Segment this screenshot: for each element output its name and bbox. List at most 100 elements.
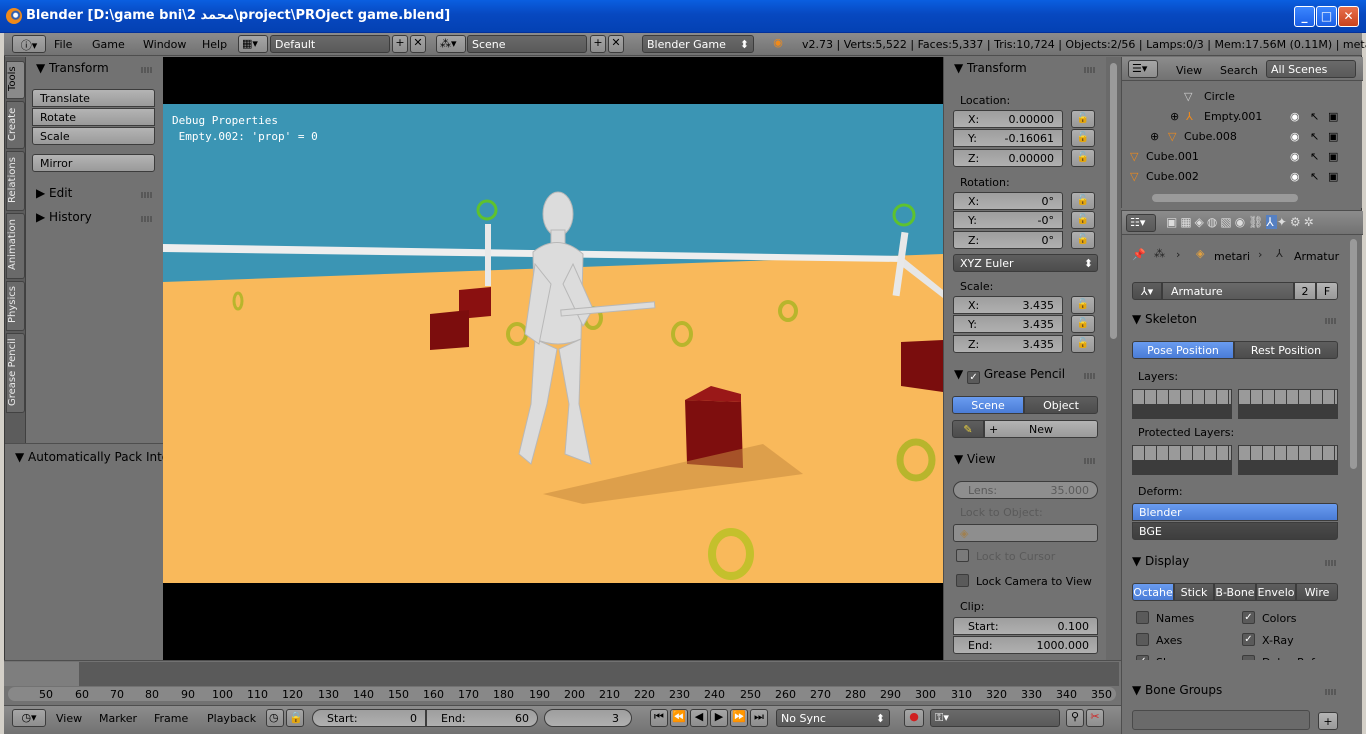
gp-scene-toggle[interactable]: Scene [952, 396, 1024, 414]
menu-game[interactable]: Game [92, 38, 125, 51]
lock-icon[interactable]: 🔓 [1071, 211, 1095, 229]
timeline-scrollbar[interactable] [8, 687, 1116, 701]
eye-icon[interactable]: ◉ [1290, 150, 1300, 163]
add-scene-icon[interactable]: + [590, 35, 606, 53]
menu-window[interactable]: Window [143, 38, 186, 51]
clip-end-field[interactable]: End: 1000.000 [953, 636, 1098, 654]
remove-layout-icon[interactable]: ✕ [410, 35, 426, 53]
minimize-button[interactable]: _ [1294, 6, 1315, 27]
lock-icon[interactable]: 🔓 [1071, 149, 1095, 167]
view-panel-header[interactable]: ▼ View [954, 452, 996, 466]
lock-icon[interactable]: 🔓 [1071, 335, 1095, 353]
sync-mode-select[interactable]: No Sync ⬍ [776, 709, 890, 727]
jump-start-icon[interactable]: ⏮ [650, 709, 668, 727]
outliner-search-menu[interactable]: Search [1220, 64, 1258, 77]
outliner-row-cube002[interactable]: ▽ Cube.002 ◉ ↖ ▣ [1124, 170, 1360, 190]
location-z-field[interactable]: Z: 0.00000 [953, 149, 1063, 167]
outliner-scrollbar[interactable] [1152, 194, 1298, 202]
jump-end-icon[interactable]: ⏭ [750, 709, 768, 727]
pose-position-toggle[interactable]: Pose Position [1132, 341, 1234, 359]
lock-icon[interactable]: 🔓 [1071, 129, 1095, 147]
insert-keyframe-icon[interactable]: ⚲ [1066, 709, 1084, 727]
deform-blender-option[interactable]: Blender [1132, 503, 1338, 521]
panel-grip-icon[interactable] [1325, 318, 1336, 324]
camera-icon[interactable]: ▣ [1328, 130, 1338, 143]
display-octahedral-toggle[interactable]: Octahe [1132, 583, 1174, 601]
window-titlebar[interactable]: Blender [D:\game bni\2 محمد\project\PROj… [0, 0, 1366, 33]
armature-datablock-icon[interactable]: ⅄▾ [1132, 282, 1162, 300]
scale-y-field[interactable]: Y: 3.435 [953, 315, 1063, 333]
tab-create[interactable]: Create [6, 101, 25, 149]
add-layout-icon[interactable]: + [392, 35, 408, 53]
armature-tab-icon[interactable]: ⅄ [1266, 215, 1277, 229]
play-reverse-icon[interactable]: ◀ [690, 709, 708, 727]
preview-range-icon[interactable]: ◷ [266, 709, 284, 727]
lock-icon[interactable]: 🔒 [286, 709, 304, 727]
timeline-editor-icon[interactable]: ◷▾ [12, 709, 46, 727]
outliner-row-cube001[interactable]: ▽ Cube.001 ◉ ↖ ▣ [1124, 150, 1360, 170]
bone-groups-list[interactable] [1132, 710, 1310, 730]
outliner-row-circle[interactable]: ▽ Circle [1124, 90, 1360, 110]
rotation-z-field[interactable]: Z: 0° [953, 231, 1063, 249]
armature-datablock-field[interactable]: Armature [1162, 282, 1294, 300]
lock-icon[interactable]: 🔓 [1071, 296, 1095, 314]
keying-set-field[interactable]: ⚿▾ [930, 709, 1060, 727]
panel-grip-icon[interactable] [1325, 560, 1336, 566]
scrollbar-thumb[interactable] [1110, 63, 1117, 339]
editor-type-info-icon[interactable]: ⓘ▾ [12, 35, 46, 53]
tab-physics[interactable]: Physics [6, 281, 25, 331]
gp-new-button[interactable]: + New [984, 420, 1098, 438]
eye-icon[interactable]: ◉ [1290, 170, 1300, 183]
panel-grip-icon[interactable] [141, 192, 152, 198]
current-frame-field[interactable]: 3 [544, 709, 632, 727]
location-x-field[interactable]: X: 0.00000 [953, 110, 1063, 128]
timeline-menu-marker[interactable]: Marker [99, 712, 137, 725]
properties-context-tabs[interactable]: ▣▦◈◍▧◉⛓⅄✦⚙✲ [1166, 215, 1317, 233]
camera-icon[interactable]: ▣ [1328, 110, 1338, 123]
tab-relations[interactable]: Relations [6, 151, 25, 211]
scale-x-field[interactable]: X: 3.435 [953, 296, 1063, 314]
transform-panel-header[interactable]: ▼ Transform [36, 61, 109, 75]
history-panel-header[interactable]: ▶ History [36, 210, 92, 224]
grease-pencil-header[interactable]: ▼ ✓ Grease Pencil [954, 367, 1065, 384]
pencil-icon[interactable]: ✎ [952, 420, 984, 438]
prev-keyframe-icon[interactable]: ⏪ [670, 709, 688, 727]
menu-file[interactable]: File [54, 38, 72, 51]
scene-icon[interactable]: ⁂▾ [436, 35, 466, 53]
start-frame-field[interactable]: Start: 0 [312, 709, 426, 727]
render-engine-select[interactable]: Blender Game ⬍ [642, 35, 754, 53]
panel-grip-icon[interactable] [141, 67, 152, 73]
delete-keyframe-icon[interactable]: ✂ [1086, 709, 1104, 727]
users-count-button[interactable]: 2 [1294, 282, 1316, 300]
n-transform-header[interactable]: ▼ Transform [954, 61, 1027, 75]
fake-user-button[interactable]: F [1316, 282, 1338, 300]
camera-icon[interactable]: ▣ [1328, 170, 1338, 183]
panel-grip-icon[interactable] [141, 216, 152, 222]
skeleton-panel-header[interactable]: ▼ Skeleton [1132, 312, 1197, 326]
tab-grease-pencil[interactable]: Grease Pencil [6, 333, 25, 413]
display-wire-toggle[interactable]: Wire [1296, 583, 1338, 601]
mirror-button[interactable]: Mirror [32, 154, 155, 172]
camera-icon[interactable]: ▣ [1328, 150, 1338, 163]
cursor-icon[interactable]: ↖ [1310, 170, 1319, 183]
lock-object-field[interactable]: ◈ [953, 524, 1098, 542]
cursor-icon[interactable]: ↖ [1310, 130, 1319, 143]
play-icon[interactable]: ▶ [710, 709, 728, 727]
deform-bge-option[interactable]: BGE [1132, 522, 1338, 540]
location-y-field[interactable]: Y: -0.16061 [953, 129, 1063, 147]
scale-z-field[interactable]: Z: 3.435 [953, 335, 1063, 353]
panel-grip-icon[interactable] [1325, 689, 1336, 695]
bone-groups-header[interactable]: ▼ Bone Groups [1132, 683, 1222, 697]
close-button[interactable]: ✕ [1338, 6, 1359, 27]
display-envelope-toggle[interactable]: Envelo [1256, 583, 1296, 601]
scene-field[interactable]: Scene [467, 35, 587, 53]
rotation-mode-select[interactable]: XYZ Euler ⬍ [953, 254, 1098, 272]
lock-icon[interactable]: 🔓 [1071, 192, 1095, 210]
panel-grip-icon[interactable] [1084, 373, 1095, 379]
record-icon[interactable]: ● [904, 709, 924, 727]
axes-checkbox[interactable] [1136, 633, 1149, 646]
next-keyframe-icon[interactable]: ⏩ [730, 709, 748, 727]
lock-icon[interactable]: 🔓 [1071, 110, 1095, 128]
menu-help[interactable]: Help [202, 38, 227, 51]
cursor-icon[interactable]: ↖ [1310, 150, 1319, 163]
